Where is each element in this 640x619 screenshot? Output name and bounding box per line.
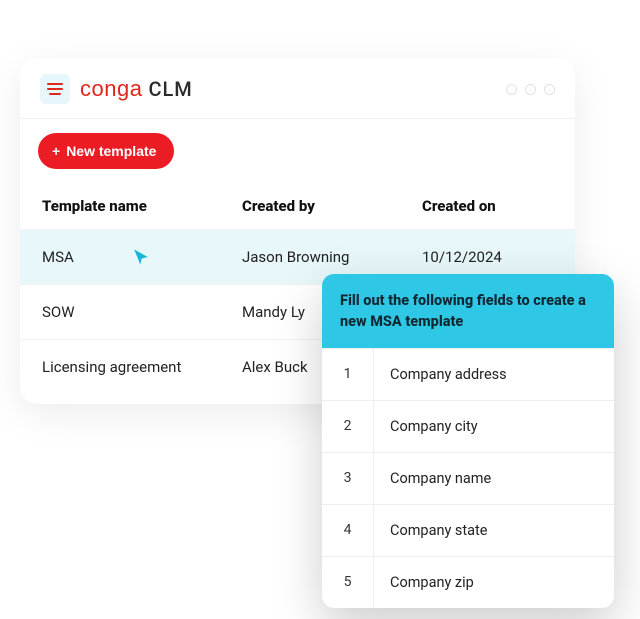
window-controls <box>506 84 555 95</box>
cell-created-by: Jason Browning <box>242 248 422 266</box>
window-control-dot[interactable] <box>525 84 536 95</box>
brand-block: conga CLM <box>40 74 193 104</box>
field-label: Company zip <box>374 557 614 608</box>
field-label: Company state <box>374 505 614 556</box>
new-template-button[interactable]: + New template <box>38 133 174 169</box>
menu-icon[interactable] <box>40 74 70 104</box>
titlebar: conga CLM <box>20 58 575 118</box>
popup-field-row[interactable]: 5 Company zip <box>322 556 614 608</box>
field-label: Company address <box>374 349 614 400</box>
cell-template-name: SOW <box>42 303 242 321</box>
col-created-on: Created on <box>422 197 553 215</box>
field-number: 3 <box>322 453 374 504</box>
col-created-by: Created by <box>242 197 422 215</box>
canvas: conga CLM + New template Template name C… <box>0 0 640 619</box>
field-label: Company city <box>374 401 614 452</box>
new-template-label: New template <box>66 143 156 159</box>
toolbar: + New template <box>20 119 575 183</box>
window-control-dot[interactable] <box>544 84 555 95</box>
cell-created-on: 10/12/2024 <box>422 248 553 266</box>
window-control-dot[interactable] <box>506 84 517 95</box>
cell-template-name: Licensing agreement <box>42 358 242 376</box>
popup-field-row[interactable]: 2 Company city <box>322 400 614 452</box>
fields-popup: Fill out the following fields to create … <box>322 274 614 608</box>
brand-text: conga CLM <box>80 76 193 102</box>
field-label: Company name <box>374 453 614 504</box>
col-template-name: Template name <box>42 197 242 215</box>
field-number: 5 <box>322 557 374 608</box>
popup-title: Fill out the following fields to create … <box>322 274 614 348</box>
table-header: Template name Created by Created on <box>20 183 575 230</box>
field-number: 4 <box>322 505 374 556</box>
field-number: 1 <box>322 349 374 400</box>
field-number: 2 <box>322 401 374 452</box>
brand-product: CLM <box>148 77 192 101</box>
popup-field-row[interactable]: 4 Company state <box>322 504 614 556</box>
brand-name: conga <box>80 76 142 102</box>
cursor-icon <box>132 248 150 266</box>
plus-icon: + <box>52 144 60 158</box>
popup-field-row[interactable]: 3 Company name <box>322 452 614 504</box>
popup-field-row[interactable]: 1 Company address <box>322 348 614 400</box>
